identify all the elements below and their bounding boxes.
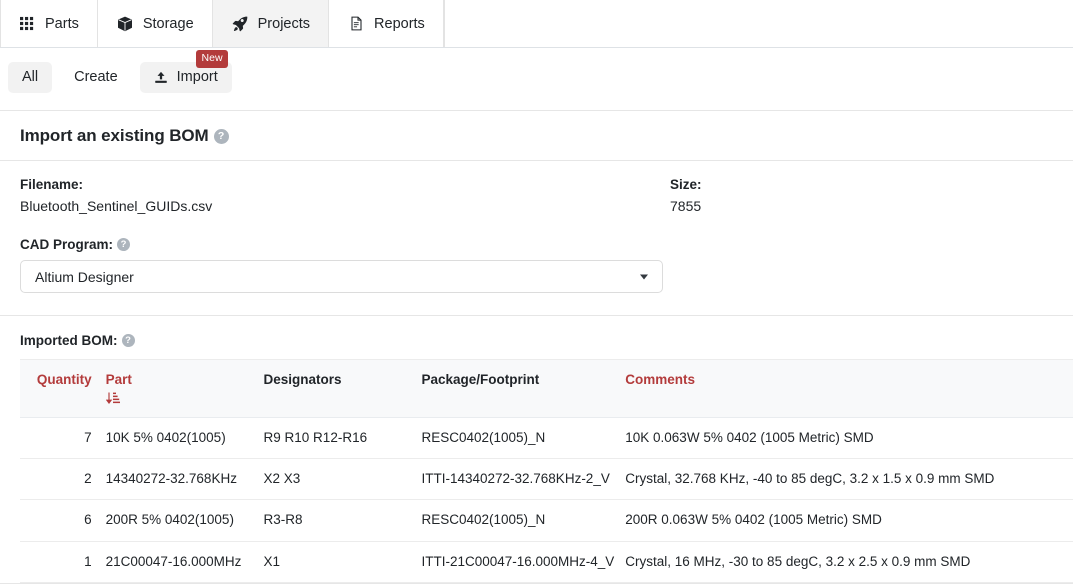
cell-quantity: 7 (20, 417, 106, 460)
cad-program-selected-value: Altium Designer (35, 268, 134, 285)
tab-parts[interactable]: Parts (0, 0, 98, 47)
cad-program-label: CAD Program: ? (20, 237, 1053, 252)
cell-part: 200R 5% 0402(1005) (105, 499, 264, 542)
cell-part: 10K 5% 0402(1005) (105, 417, 264, 460)
size-block: Size: 7855 (670, 177, 1053, 214)
section-divider (0, 315, 1073, 316)
cell-designators: X1 (263, 541, 422, 583)
bom-table-body: 7 10K 5% 0402(1005) R9 R10 R12-R16 RESC0… (20, 417, 1073, 583)
bom-table: Quantity Part Designators Package/Footpr… (20, 360, 1073, 583)
size-value: 7855 (670, 198, 702, 214)
card-header: Import an existing BOM ? (0, 111, 1073, 161)
create-button-label: Create (74, 69, 118, 85)
table-row[interactable]: 1 21C00047-16.000MHz X1 ITTI-21C00047-16… (20, 541, 1073, 583)
filename-value: Bluetooth_Sentinel_GUIDs.csv (20, 198, 213, 214)
grid-icon (19, 15, 36, 32)
import-bom-card: Import an existing BOM ? Filename: Bluet… (0, 110, 1073, 584)
table-row[interactable]: 6 200R 5% 0402(1005) R3-R8 RESC0402(1005… (20, 499, 1073, 542)
file-meta-row: Filename: Bluetooth_Sentinel_GUIDs.csv S… (20, 177, 1053, 214)
tab-projects[interactable]: Projects (212, 0, 330, 47)
import-button[interactable]: Import New (139, 50, 232, 94)
cell-package: ITTI-21C00047-16.000MHz-4_V (421, 541, 626, 583)
new-badge: New (196, 50, 228, 68)
cell-comments: 10K 0.063W 5% 0402 (1005 Metric) SMD (625, 417, 1073, 460)
column-header-part-label: Part (105, 372, 132, 387)
tab-reports[interactable]: Reports (329, 0, 444, 47)
page-title: Import an existing BOM (20, 126, 209, 145)
card-body: Filename: Bluetooth_Sentinel_GUIDs.csv S… (0, 161, 1073, 583)
sort-descending-icon (105, 392, 120, 405)
help-icon[interactable]: ? (117, 238, 131, 251)
imported-bom-label-text: Imported BOM: (20, 333, 118, 348)
cell-designators: X2 X3 (263, 458, 422, 501)
chevron-down-icon (640, 274, 648, 279)
table-row[interactable]: 2 14340272-32.768KHz X2 X3 ITTI-14340272… (20, 458, 1073, 501)
cell-quantity: 6 (20, 499, 106, 542)
help-icon[interactable]: ? (213, 128, 229, 144)
cell-package: RESC0402(1005)_N (421, 417, 626, 460)
main-tab-bar: Parts Storage Projects Reports (0, 0, 1073, 48)
cell-designators: R9 R10 R12-R16 (263, 417, 422, 460)
column-header-quantity[interactable]: Quantity (20, 360, 106, 418)
all-button[interactable]: All (8, 62, 53, 94)
table-row[interactable]: 7 10K 5% 0402(1005) R9 R10 R12-R16 RESC0… (20, 417, 1073, 460)
cell-comments: Crystal, 16 MHz, -30 to 85 degC, 3.2 x 2… (625, 541, 1073, 583)
cell-designators: R3-R8 (263, 499, 422, 542)
cell-package: ITTI-14340272-32.768KHz-2_V (421, 458, 626, 501)
table-header-row: Quantity Part Designators Package/Footpr… (20, 360, 1073, 418)
bom-action-bar: All Create Import New (0, 48, 1073, 100)
filename-label: Filename: (20, 177, 84, 192)
column-header-comments[interactable]: Comments (625, 360, 1073, 418)
file-icon (348, 15, 365, 32)
cad-program-field: CAD Program: ? Altium Designer (20, 237, 1053, 293)
tab-label: Projects (257, 15, 311, 32)
tab-label: Storage (142, 15, 194, 32)
cell-part: 14340272-32.768KHz (105, 458, 264, 501)
cad-program-label-text: CAD Program: (20, 237, 114, 252)
column-header-designators: Designators (263, 360, 422, 418)
bom-table-container: Quantity Part Designators Package/Footpr… (20, 359, 1073, 583)
cell-comments: 200R 0.063W 5% 0402 (1005 Metric) SMD (625, 499, 1073, 542)
cell-quantity: 1 (20, 541, 106, 583)
cell-package: RESC0402(1005)_N (421, 499, 626, 542)
rocket-icon (232, 15, 249, 32)
filename-block: Filename: Bluetooth_Sentinel_GUIDs.csv (20, 177, 670, 214)
cell-comments: Crystal, 32.768 KHz, -40 to 85 degC, 3.2… (625, 458, 1073, 501)
tab-label: Reports (374, 15, 425, 32)
tab-storage[interactable]: Storage (97, 0, 213, 47)
tab-label: Parts (45, 15, 79, 32)
cell-part: 21C00047-16.000MHz (105, 541, 264, 583)
cell-quantity: 2 (20, 458, 106, 501)
create-button[interactable]: Create (60, 62, 132, 93)
column-header-package: Package/Footprint (421, 360, 626, 418)
box-icon (117, 15, 134, 32)
imported-bom-label: Imported BOM: ? (20, 333, 1053, 348)
column-header-part[interactable]: Part (105, 360, 264, 418)
all-button-label: All (22, 69, 39, 85)
upload-icon (154, 70, 169, 85)
help-icon[interactable]: ? (121, 334, 135, 347)
import-button-label: Import (176, 69, 218, 85)
bom-table-header: Quantity Part Designators Package/Footpr… (20, 360, 1073, 418)
tab-bar-filler (443, 0, 1073, 47)
cad-program-select[interactable]: Altium Designer (20, 260, 663, 293)
size-label: Size: (670, 177, 702, 192)
